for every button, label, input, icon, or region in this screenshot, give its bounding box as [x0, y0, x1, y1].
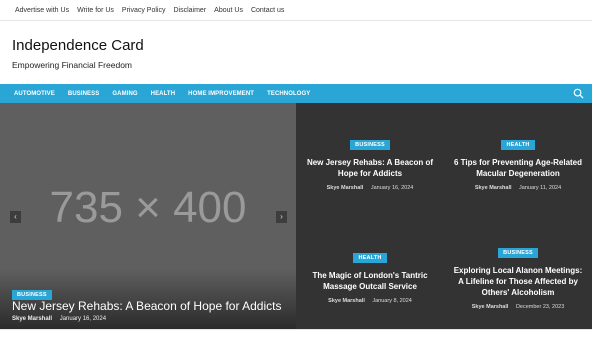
card-date[interactable]: January 11, 2024 [519, 185, 561, 191]
search-icon[interactable] [573, 88, 584, 99]
featured-section: 735 × 400 ‹ › BUSINESS New Jersey Rehabs… [0, 103, 592, 329]
card-title[interactable]: 6 Tips for Preventing Age-Related Macula… [444, 157, 592, 179]
hero-slider[interactable]: 735 × 400 ‹ › BUSINESS New Jersey Rehabs… [0, 103, 296, 329]
site-title[interactable]: Independence Card [12, 37, 592, 54]
hero-title[interactable]: New Jersey Rehabs: A Beacon of Hope for … [12, 299, 281, 313]
featured-card: BUSINESS New Jersey Rehabs: A Beacon of … [296, 133, 444, 191]
topbar-link-contact[interactable]: Contact us [251, 7, 284, 14]
card-date[interactable]: December 23, 2023 [516, 304, 564, 310]
card-meta: Skye Marshall January 11, 2024 [444, 185, 592, 191]
card-category-badge[interactable]: BUSINESS [350, 140, 390, 150]
topbar-link-advertise[interactable]: Advertise with Us [15, 7, 69, 14]
hero-author[interactable]: Skye Marshall [12, 316, 52, 322]
card-category-badge[interactable]: HEALTH [501, 140, 535, 150]
featured-card: BUSINESS Exploring Local Alanon Meetings… [444, 241, 592, 310]
nav-item-business[interactable]: BUSINESS [68, 91, 99, 97]
site-branding: Independence Card Empowering Financial F… [0, 21, 592, 84]
featured-card: HEALTH 6 Tips for Preventing Age-Related… [444, 133, 592, 191]
featured-card: HEALTH The Magic of London's Tantric Mas… [296, 246, 444, 304]
card-date[interactable]: January 16, 2024 [371, 185, 414, 191]
site-tagline: Empowering Financial Freedom [12, 60, 132, 70]
card-author[interactable]: Skye Marshall [327, 185, 364, 191]
slider-next-arrow-icon[interactable]: › [276, 211, 287, 223]
card-author[interactable]: Skye Marshall [472, 304, 509, 310]
card-author[interactable]: Skye Marshall [328, 298, 365, 304]
nav-item-automotive[interactable]: AUTOMOTIVE [14, 91, 55, 97]
card-category-badge[interactable]: HEALTH [353, 253, 387, 263]
topbar-link-about[interactable]: About Us [214, 7, 243, 14]
hero-meta: Skye Marshall January 16, 2024 [12, 316, 106, 322]
nav-item-gaming[interactable]: GAMING [112, 91, 137, 97]
nav-item-technology[interactable]: TECHNOLOGY [267, 91, 310, 97]
card-category-badge[interactable]: BUSINESS [498, 248, 538, 258]
content-divider [0, 329, 592, 337]
card-title[interactable]: The Magic of London's Tantric Massage Ou… [296, 270, 444, 292]
featured-grid: BUSINESS New Jersey Rehabs: A Beacon of … [296, 103, 592, 329]
card-meta: Skye Marshall January 16, 2024 [296, 185, 444, 191]
hero-image-placeholder: 735 × 400 [49, 183, 247, 232]
top-bar: Advertise with Us Write for Us Privacy P… [0, 0, 592, 21]
main-navigation: AUTOMOTIVE BUSINESS GAMING HEALTH HOME I… [0, 84, 592, 103]
card-author[interactable]: Skye Marshall [475, 185, 512, 191]
nav-item-health[interactable]: HEALTH [151, 91, 176, 97]
card-meta: Skye Marshall December 23, 2023 [444, 304, 592, 310]
topbar-link-privacy[interactable]: Privacy Policy [122, 7, 166, 14]
card-title[interactable]: New Jersey Rehabs: A Beacon of Hope for … [296, 157, 444, 179]
topbar-link-disclaimer[interactable]: Disclaimer [173, 7, 206, 14]
slider-prev-arrow-icon[interactable]: ‹ [10, 211, 21, 223]
card-meta: Skye Marshall January 8, 2024 [296, 298, 444, 304]
card-date[interactable]: January 8, 2024 [372, 298, 411, 304]
topbar-link-write[interactable]: Write for Us [77, 7, 114, 14]
hero-date[interactable]: January 16, 2024 [60, 316, 106, 322]
nav-item-home-improvement[interactable]: HOME IMPROVEMENT [188, 91, 254, 97]
card-title[interactable]: Exploring Local Alanon Meetings: A Lifel… [444, 265, 592, 298]
